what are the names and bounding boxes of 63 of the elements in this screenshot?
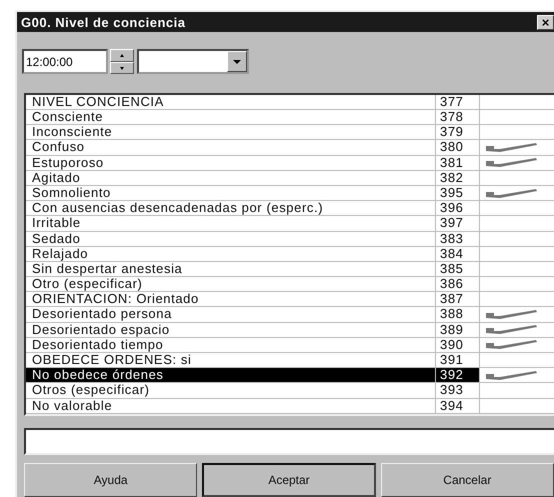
list-row[interactable]: No obedece órdenes 392 xyxy=(26,368,554,384)
item-label: NIVEL CONCIENCIA xyxy=(26,94,436,110)
list-row[interactable]: ORIENTACION: Orientado 387 xyxy=(26,292,554,308)
item-label: Sin despertar anestesia xyxy=(26,262,436,276)
list-row[interactable]: Inconsciente 379 xyxy=(26,125,554,140)
list-row[interactable]: Desorientado persona 388 xyxy=(26,307,554,323)
list-row[interactable]: OBEDECE ORDENES: si 391 xyxy=(26,353,554,368)
check-mark-icon xyxy=(486,370,538,380)
list-row[interactable]: Otro (especificar) 386 xyxy=(26,277,554,292)
item-label: Desorientado tiempo xyxy=(26,338,436,352)
check-mark-icon xyxy=(486,158,538,168)
list-row[interactable]: Desorientado tiempo 390 xyxy=(26,338,554,354)
list-row[interactable]: Confuso 380 xyxy=(26,140,554,156)
list-row[interactable]: Con ausencias desencadenadas por (esperc.) 396 xyxy=(26,201,554,216)
list-row[interactable]: Sedado 383 xyxy=(26,232,554,247)
list-row[interactable]: Otros (especificar) 393 xyxy=(26,383,554,399)
list-row[interactable]: Somnoliento 395 xyxy=(26,186,554,202)
down-arrow-icon xyxy=(120,66,124,70)
up-arrow-icon xyxy=(120,54,124,58)
item-label: Confuso xyxy=(26,140,436,155)
dialog-button[interactable]: Ayuda xyxy=(24,463,198,497)
list-row[interactable]: Desorientado espacio 389 xyxy=(26,322,554,338)
item-label: Estuporoso xyxy=(26,156,436,170)
dropdown-field[interactable] xyxy=(137,49,249,74)
item-label: Somnoliento xyxy=(26,186,436,200)
list-row[interactable]: No valorable 394 xyxy=(26,398,554,414)
note-field[interactable] xyxy=(24,428,554,455)
list-row[interactable]: Consciente 378 xyxy=(26,110,554,126)
item-label: Inconsciente xyxy=(26,125,436,140)
item-label: Otro (especificar) xyxy=(26,277,436,292)
check-mark-icon xyxy=(486,310,538,320)
item-label: Otros (especificar) xyxy=(26,383,436,398)
list-row[interactable]: Agitado 382 xyxy=(26,170,554,186)
list-row[interactable]: Irritable 397 xyxy=(26,216,554,232)
item-label: ORIENTACION: Orientado xyxy=(26,292,436,306)
item-label: Sedado xyxy=(26,232,436,246)
item-label: No valorable xyxy=(26,398,436,413)
item-label: Consciente xyxy=(26,110,436,124)
dialog-button[interactable]: Aceptar xyxy=(202,463,376,497)
list-row[interactable]: Estuporoso 381 xyxy=(26,156,554,171)
item-label: Relajado xyxy=(26,246,436,261)
dialog-button[interactable]: Cancelar xyxy=(380,463,554,497)
spin-up-button[interactable] xyxy=(110,49,134,62)
dropdown-button[interactable] xyxy=(227,51,247,72)
window-title: G00. Nivel de conciencia xyxy=(21,14,186,30)
time-field[interactable]: 12:00:00 xyxy=(22,49,108,74)
item-label: Desorientado persona xyxy=(26,307,436,322)
check-mark-icon xyxy=(486,188,538,198)
caret-icon xyxy=(233,60,241,64)
list-row[interactable]: Relajado 384 xyxy=(26,246,554,262)
close-button[interactable]: × xyxy=(537,14,554,30)
item-label: Irritable xyxy=(26,216,436,231)
item-label: Agitado xyxy=(26,170,436,185)
list-row[interactable]: NIVEL CONCIENCIA 377 xyxy=(26,94,554,110)
check-mark-icon xyxy=(486,143,538,152)
spin-down-button[interactable] xyxy=(110,62,134,74)
item-label: OBEDECE ORDENES: si xyxy=(26,353,436,368)
item-label: Con ausencias desencadenadas por (esperc.) xyxy=(26,201,436,216)
check-mark-icon xyxy=(486,325,538,334)
check-mark-icon xyxy=(486,340,538,350)
list-row[interactable]: Sin despertar anestesia 385 xyxy=(26,262,554,278)
item-label: Desorientado espacio xyxy=(26,322,436,337)
item-label: No obedece órdenes xyxy=(26,368,436,382)
